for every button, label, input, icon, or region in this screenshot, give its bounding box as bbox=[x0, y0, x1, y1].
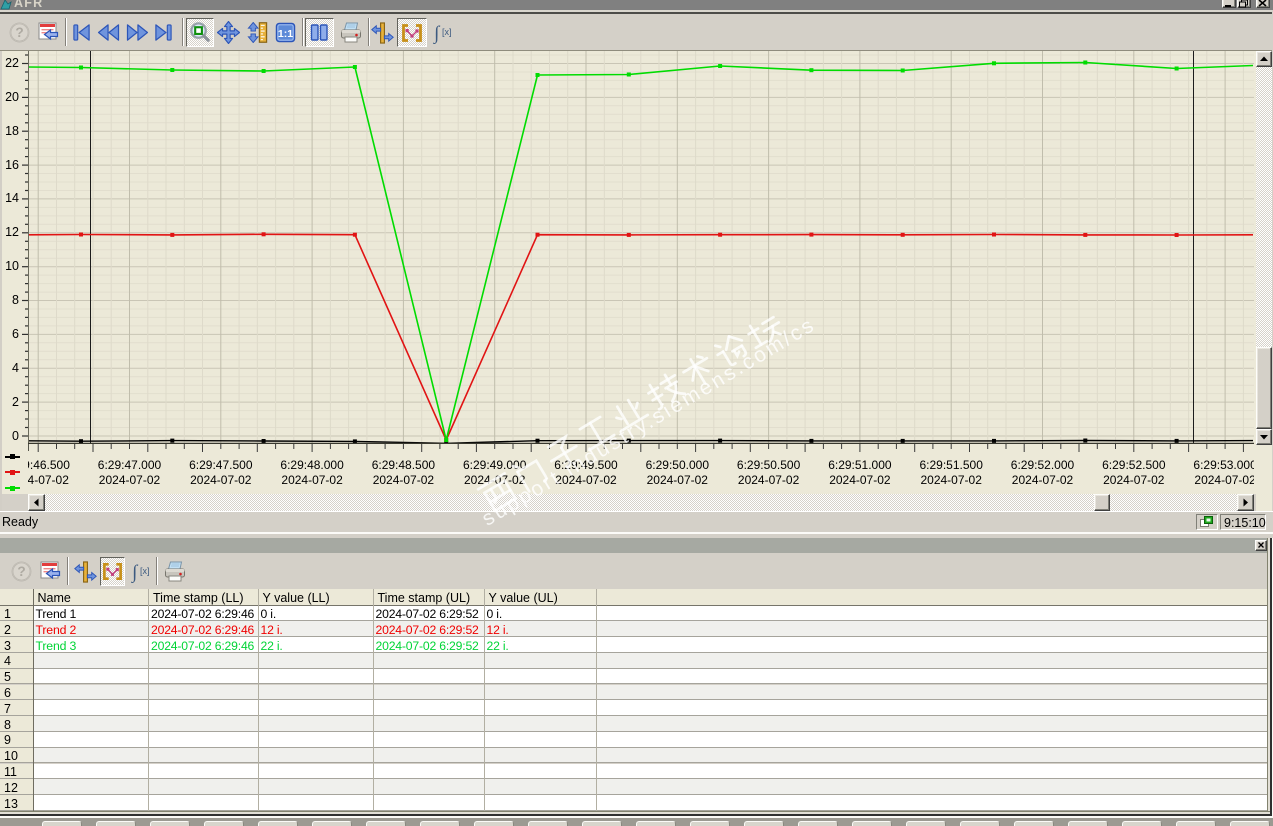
svg-text:?: ? bbox=[17, 564, 25, 579]
svg-text:?: ? bbox=[15, 25, 23, 40]
svg-text:∫: ∫ bbox=[433, 23, 441, 44]
svg-text:∫: ∫ bbox=[131, 562, 139, 583]
svg-text:[x]: [x] bbox=[140, 566, 150, 576]
svg-text:1:1: 1:1 bbox=[278, 28, 293, 40]
svg-text:[x]: [x] bbox=[442, 27, 452, 37]
